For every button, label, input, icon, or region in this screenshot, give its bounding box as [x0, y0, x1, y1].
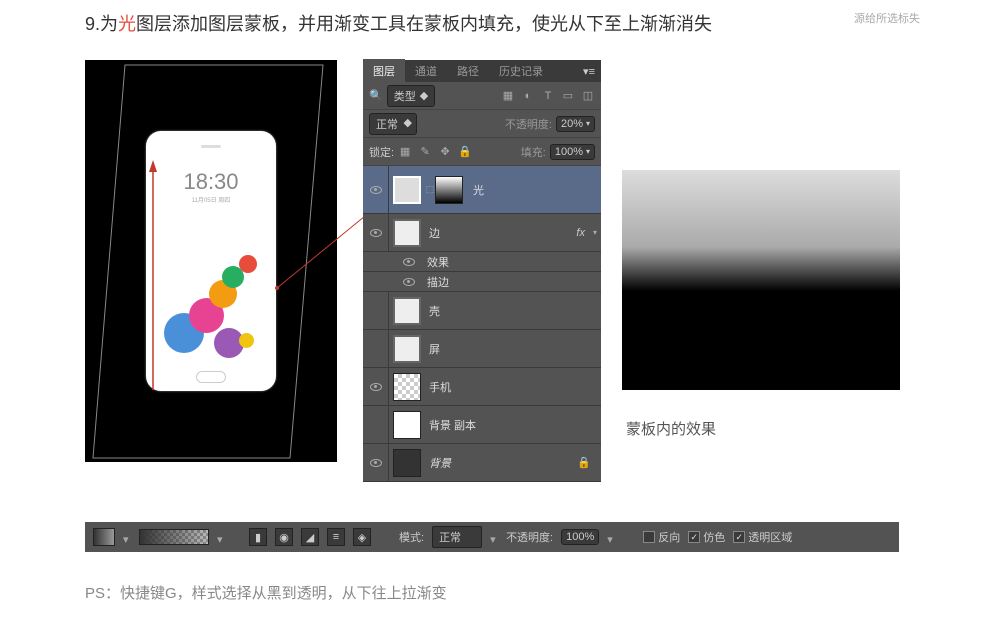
layer-thumb[interactable]: [393, 219, 421, 247]
watermark: 源给所选标失: [854, 10, 920, 26]
mask-thumb[interactable]: [435, 176, 463, 204]
panel-tabs: 图层 通道 路径 历史记录 ▾≡: [363, 60, 601, 82]
layer-effects[interactable]: 效果: [363, 252, 601, 272]
gradient-picker[interactable]: [139, 529, 209, 545]
layer-list: ⬚ 光 边 fx ▾ 效果 描边 壳 屏: [363, 166, 601, 482]
lock-position-icon[interactable]: ✥: [438, 145, 452, 159]
effect-name: 效果: [427, 254, 449, 270]
layer-screen[interactable]: 屏: [363, 330, 601, 368]
phone-body: 18:30 11月05日 周四: [146, 131, 276, 391]
layer-thumb[interactable]: [393, 297, 421, 325]
filter-row: 🔍 类型◆ ▦ ◐ T ▭ ◫: [363, 82, 601, 110]
tab-history[interactable]: 历史记录: [489, 59, 553, 83]
filter-shape-icon[interactable]: ▭: [561, 89, 575, 103]
layer-phone[interactable]: 手机: [363, 368, 601, 406]
opacity-label: 不透明度:: [505, 116, 552, 132]
transparency-checkbox[interactable]: ✓透明区域: [733, 529, 792, 545]
footer-note: PS：快捷键G，样式选择从黑到透明，从下往上拉渐变: [85, 582, 447, 603]
visibility-icon[interactable]: [370, 459, 382, 467]
layer-name: 壳: [429, 303, 440, 319]
visibility-icon[interactable]: [403, 278, 415, 286]
gradient-linear-icon[interactable]: ▮: [249, 528, 267, 546]
layer-thumb[interactable]: [393, 176, 421, 204]
lock-transparent-icon[interactable]: ▦: [398, 145, 412, 159]
search-icon: 🔍: [369, 89, 383, 102]
visibility-icon[interactable]: [370, 383, 382, 391]
lock-icon: 🔒: [577, 456, 591, 469]
phone-screen: 18:30 11月05日 周四: [154, 159, 268, 363]
visibility-icon[interactable]: [370, 229, 382, 237]
layer-thumb[interactable]: [393, 411, 421, 439]
chevron-down-icon[interactable]: ▾: [123, 533, 131, 541]
lock-label: 锁定:: [369, 144, 394, 160]
gradient-options-bar: ▾ ▾ ▮ ◉ ◢ ≡ ◈ 模式: 正常 ▾ 不透明度: 100% ▾ 反向 ✓…: [85, 522, 899, 552]
layer-shell[interactable]: 壳: [363, 292, 601, 330]
layer-name: 背景: [429, 455, 451, 471]
blend-mode-select[interactable]: 正常 ◆: [369, 113, 417, 135]
filter-type-icon[interactable]: T: [541, 89, 555, 103]
layer-background[interactable]: 背景 🔒: [363, 444, 601, 482]
gradient-angle-icon[interactable]: ◢: [301, 528, 319, 546]
opacity-label: 不透明度:: [506, 529, 553, 545]
phone-shapes: [154, 243, 268, 363]
lock-all-icon[interactable]: 🔒: [458, 145, 472, 159]
gradient-diamond-icon[interactable]: ◈: [353, 528, 371, 546]
step-instruction: 9.为光图层添加图层蒙板，并用渐变工具在蒙板内填充，使光从下至上渐渐消失: [85, 10, 712, 36]
layer-name: 背景 副本: [429, 417, 476, 433]
chevron-down-icon[interactable]: ▾: [607, 533, 615, 541]
foreground-swatch[interactable]: [93, 528, 115, 546]
filter-pixel-icon[interactable]: ▦: [501, 89, 515, 103]
layer-light[interactable]: ⬚ 光: [363, 166, 601, 214]
opacity-input[interactable]: 20%▾: [556, 116, 595, 132]
lock-pixels-icon[interactable]: ✎: [418, 145, 432, 159]
panel-menu-icon[interactable]: ▾≡: [577, 65, 601, 78]
tab-paths[interactable]: 路径: [447, 59, 489, 83]
gradient-radial-icon[interactable]: ◉: [275, 528, 293, 546]
home-button: [196, 371, 226, 383]
layer-thumb[interactable]: [393, 335, 421, 363]
filter-adjust-icon[interactable]: ◐: [521, 89, 535, 103]
phone-speaker: [201, 145, 221, 148]
lock-row: 锁定: ▦ ✎ ✥ 🔒 填充: 100%▾: [363, 138, 601, 166]
chevron-down-icon[interactable]: ▾: [217, 533, 225, 541]
bar-opacity-input[interactable]: 100%: [561, 529, 599, 545]
layer-edge[interactable]: 边 fx ▾: [363, 214, 601, 252]
link-icon[interactable]: ⬚: [425, 184, 435, 195]
layer-thumb[interactable]: [393, 373, 421, 401]
tab-channels[interactable]: 通道: [405, 59, 447, 83]
fill-label: 填充:: [521, 144, 546, 160]
layers-panel: 图层 通道 路径 历史记录 ▾≡ 🔍 类型◆ ▦ ◐ T ▭ ◫ 正常 ◆ 不透…: [363, 60, 601, 478]
phone-preview: 18:30 11月05日 周四: [85, 60, 337, 462]
visibility-icon[interactable]: [403, 258, 415, 266]
layer-stroke[interactable]: 描边: [363, 272, 601, 292]
gradient-caption: 蒙板内的效果: [626, 418, 716, 439]
fx-badge[interactable]: fx: [576, 227, 585, 239]
blend-row: 正常 ◆ 不透明度: 20%▾: [363, 110, 601, 138]
layer-name: 手机: [429, 379, 451, 395]
phone-time: 18:30: [154, 169, 268, 195]
kind-filter[interactable]: 类型◆: [387, 85, 435, 107]
visibility-icon[interactable]: [370, 186, 382, 194]
dither-checkbox[interactable]: ✓仿色: [688, 529, 725, 545]
tab-layers[interactable]: 图层: [363, 59, 405, 83]
reverse-checkbox[interactable]: 反向: [643, 529, 680, 545]
layer-bg-copy[interactable]: 背景 副本: [363, 406, 601, 444]
fill-input[interactable]: 100%▾: [550, 144, 595, 160]
phone-date: 11月05日 周四: [154, 195, 268, 204]
filter-smart-icon[interactable]: ◫: [581, 89, 595, 103]
chevron-down-icon[interactable]: ▾: [593, 228, 597, 237]
mode-select[interactable]: 正常: [432, 526, 482, 548]
effect-name: 描边: [427, 274, 449, 290]
gradient-reflected-icon[interactable]: ≡: [327, 528, 345, 546]
layer-name: 边: [429, 225, 440, 241]
layer-name: 屏: [429, 341, 440, 357]
layer-thumb[interactable]: [393, 449, 421, 477]
mode-label: 模式:: [399, 529, 424, 545]
layer-name: 光: [473, 182, 484, 198]
chevron-down-icon[interactable]: ▾: [490, 533, 498, 541]
mask-gradient-preview: [622, 170, 900, 390]
